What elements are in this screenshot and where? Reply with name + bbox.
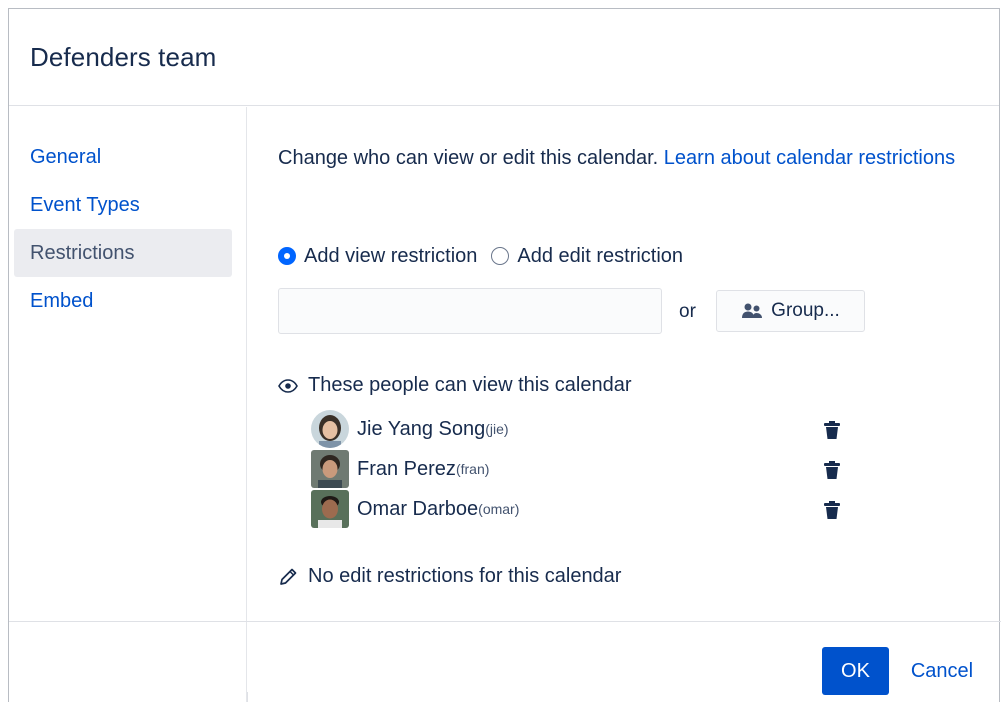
restriction-type-radio-group: Add view restriction Add edit restrictio… (278, 242, 697, 270)
edit-restriction-label[interactable]: Add edit restriction (517, 245, 683, 268)
person-handle: (omar) (478, 501, 520, 517)
or-separator: or (679, 301, 696, 322)
person-name: Fran Perez (357, 457, 456, 480)
edit-restriction-radio[interactable]: Add edit restriction (491, 245, 683, 268)
trash-icon[interactable] (824, 421, 840, 439)
view-people-list: Jie Yang Song (jie) Fran Perez (fran) Om… (311, 409, 871, 529)
avatar (311, 490, 349, 528)
sidebar-nav: General Event Types Restrictions Embed (9, 107, 247, 702)
dialog-footer: OK Cancel (9, 621, 1001, 702)
avatar (311, 450, 349, 488)
group-icon (742, 303, 763, 318)
person-handle: (jie) (485, 421, 509, 437)
footer-divider (247, 692, 248, 702)
sidebar-item-restrictions[interactable]: Restrictions (14, 229, 232, 277)
edit-note-text: No edit restrictions for this calendar (308, 565, 622, 587)
list-item: Jie Yang Song (jie) (311, 409, 871, 449)
sidebar-item-embed[interactable]: Embed (14, 277, 232, 325)
sidebar-item-general[interactable]: General (14, 133, 232, 181)
restrictions-intro: Change who can view or edit this calenda… (278, 143, 978, 174)
view-restriction-radio[interactable]: Add view restriction (278, 245, 477, 268)
group-button-label[interactable]: Group... (771, 300, 840, 322)
intro-text: Change who can view or edit this calenda… (278, 147, 659, 169)
person-handle: (fran) (455, 461, 490, 477)
person-name: Jie Yang Song (357, 417, 486, 440)
cancel-button[interactable]: Cancel (897, 647, 987, 695)
person-name: Omar Darboe (357, 497, 479, 520)
pencil-icon (280, 568, 297, 585)
avatar (311, 410, 349, 448)
trash-icon[interactable] (824, 501, 840, 519)
view-heading-text: These people can view this calendar (308, 374, 632, 396)
ok-button[interactable]: OK (822, 647, 889, 695)
learn-restrictions-link[interactable]: Learn about calendar restrictions (664, 147, 955, 169)
edit-restrictions-note: No edit restrictions for this calendar (278, 565, 621, 588)
eye-icon (278, 378, 298, 393)
radio-unchecked-icon[interactable] (491, 247, 510, 265)
user-search-input[interactable] (278, 288, 662, 334)
trash-icon[interactable] (824, 461, 840, 479)
radio-checked-icon[interactable] (278, 247, 296, 265)
sidebar-item-event-types[interactable]: Event Types (14, 181, 232, 229)
restrictions-panel: Change who can view or edit this calenda… (248, 107, 1000, 621)
calendar-restrictions-dialog: Defenders team General Event Types Restr… (8, 8, 1001, 702)
dialog-title: Defenders team (30, 42, 217, 72)
list-item: Fran Perez (fran) (311, 449, 871, 489)
dialog-header: Defenders team (9, 9, 999, 106)
view-permissions-heading: These people can view this calendar (278, 374, 632, 397)
list-item: Omar Darboe (omar) (311, 489, 871, 529)
group-picker-button[interactable]: Group... (716, 290, 865, 332)
view-restriction-label[interactable]: Add view restriction (304, 245, 477, 268)
